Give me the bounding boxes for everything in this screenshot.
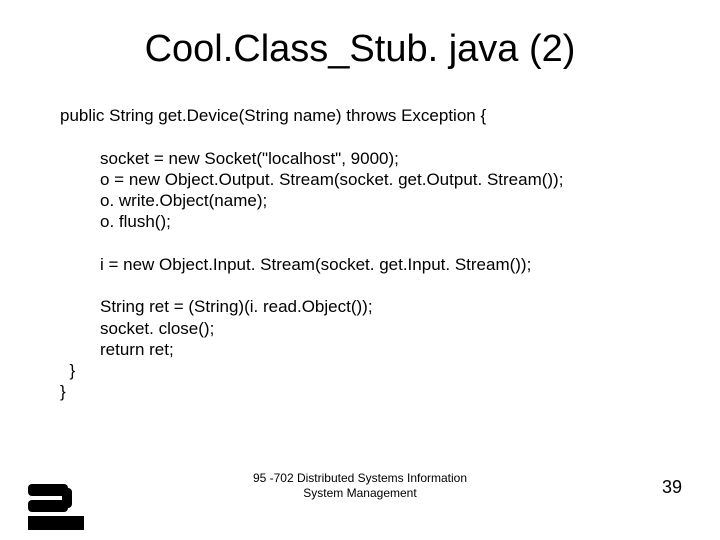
code-line: i = new Object.Input. Stream(socket. get… [60, 254, 563, 275]
code-line: return ret; [60, 339, 563, 360]
footer-line2: System Management [0, 486, 720, 500]
footer: 95 -702 Distributed Systems Information … [0, 471, 720, 500]
code-line: o. flush(); [60, 211, 563, 232]
slide: Cool.Class_Stub. java (2) public String … [0, 0, 720, 540]
slide-title: Cool.Class_Stub. java (2) [0, 0, 720, 71]
code-line: } [60, 360, 563, 381]
code-line: socket = new Socket("localhost", 9000); [60, 148, 563, 169]
footer-line1: 95 -702 Distributed Systems Information [0, 471, 720, 485]
logo-icon [28, 484, 84, 530]
code-line: o = new Object.Output. Stream(socket. ge… [60, 169, 563, 190]
page-number: 39 [662, 477, 682, 498]
code-block: public String get.Device(String name) th… [60, 105, 563, 403]
code-line: String ret = (String)(i. read.Object()); [60, 296, 563, 317]
code-line: } [60, 381, 563, 402]
code-line: o. write.Object(name); [60, 190, 563, 211]
code-line: public String get.Device(String name) th… [60, 105, 563, 126]
code-line: socket. close(); [60, 318, 563, 339]
